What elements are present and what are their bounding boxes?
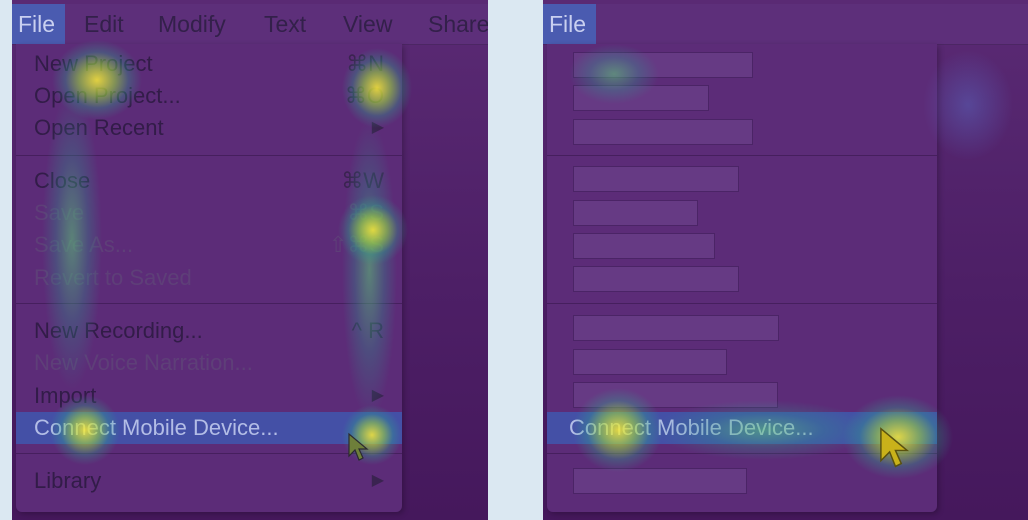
menu-item-label: Connect Mobile Device... xyxy=(34,415,279,440)
menu-item-save-as: Save As... ⇧⌘S xyxy=(16,229,402,261)
placeholder-menu-item xyxy=(573,85,709,111)
placeholder-menu-item xyxy=(573,266,739,292)
heatmap-panel-wireframe-menu: File Connect Mobile Device... xyxy=(543,0,1028,520)
placeholder-menu-item xyxy=(573,315,779,341)
shortcut-label: ⇧⌘S xyxy=(328,232,384,257)
menu-item-label: Library xyxy=(34,468,102,493)
menu-item-library[interactable]: Library ▶ xyxy=(16,465,402,497)
arrow-pointer-icon xyxy=(880,427,910,468)
menu-item-label: Save xyxy=(34,200,85,225)
menu-item-label: Import xyxy=(34,383,97,408)
menu-item-label: Close xyxy=(34,168,91,193)
menu-item-close[interactable]: Close ⌘W xyxy=(16,165,402,197)
menu-item-open-project[interactable]: Open Project... ⌘O xyxy=(16,80,402,112)
placeholder-menu-item xyxy=(573,233,715,259)
placeholder-menu-item xyxy=(573,200,698,226)
menu-item-connect-mobile-device[interactable]: Connect Mobile Device... xyxy=(16,412,402,444)
shortcut-label: ^ R xyxy=(351,318,384,343)
menu-modify[interactable]: Modify xyxy=(158,4,226,44)
menu-item-label: New Project xyxy=(34,51,153,76)
shortcut-label: ⌘W xyxy=(341,168,384,193)
arrow-pointer-icon xyxy=(348,432,369,461)
menu-item-label: Open Recent xyxy=(34,115,164,140)
placeholder-menu-item xyxy=(573,349,727,375)
menu-separator xyxy=(547,155,937,156)
file-dropdown-menu: New Project ⌘N Open Project... ⌘O Open R… xyxy=(16,44,402,512)
menu-item-save: Save ⌘S xyxy=(16,197,402,229)
menu-share[interactable]: Share xyxy=(428,4,488,44)
menu-item-label: New Voice Narration... xyxy=(34,350,253,375)
menu-item-label: Revert to Saved xyxy=(34,265,192,290)
menu-item-open-recent[interactable]: Open Recent ▶ xyxy=(16,112,402,144)
menu-item-label: New Recording... xyxy=(34,318,203,343)
menu-bar: File Edit Modify Text View Share xyxy=(12,4,488,45)
menu-separator xyxy=(16,303,402,304)
placeholder-menu-item xyxy=(573,382,778,408)
heatmap-panel-full-menu: File Edit Modify Text View Share New Pro… xyxy=(12,0,488,520)
shortcut-label: ⌘O xyxy=(344,83,384,108)
placeholder-menu-item xyxy=(573,468,747,494)
menu-item-label: Connect Mobile Device... xyxy=(569,415,814,440)
menu-bar: File xyxy=(543,4,1028,45)
menu-view[interactable]: View xyxy=(343,4,392,44)
submenu-arrow-icon: ▶ xyxy=(371,387,384,404)
menu-item-new-project[interactable]: New Project ⌘N xyxy=(16,48,402,80)
submenu-arrow-icon: ▶ xyxy=(371,472,384,489)
menu-file[interactable]: File xyxy=(543,4,597,44)
menu-item-new-recording[interactable]: New Recording... ^ R xyxy=(16,315,402,347)
menu-item-label: Save As... xyxy=(34,232,134,257)
shortcut-label: ⌘N xyxy=(346,51,384,76)
menu-separator xyxy=(547,303,937,304)
menu-text[interactable]: Text xyxy=(264,4,306,44)
menu-item-label: Open Project... xyxy=(34,83,181,108)
placeholder-menu-item xyxy=(573,119,753,145)
menu-item-import[interactable]: Import ▶ xyxy=(16,380,402,412)
placeholder-menu-item xyxy=(573,52,753,78)
menu-edit[interactable]: Edit xyxy=(84,4,124,44)
shortcut-label: ⌘S xyxy=(347,200,384,225)
menu-item-revert-to-saved: Revert to Saved xyxy=(16,262,402,294)
placeholder-menu-item xyxy=(573,166,739,192)
submenu-arrow-icon: ▶ xyxy=(371,119,384,136)
menu-separator xyxy=(16,155,402,156)
menu-separator xyxy=(16,453,402,454)
menu-file[interactable]: File xyxy=(12,4,66,44)
menu-item-new-voice-narration: New Voice Narration... xyxy=(16,347,402,379)
